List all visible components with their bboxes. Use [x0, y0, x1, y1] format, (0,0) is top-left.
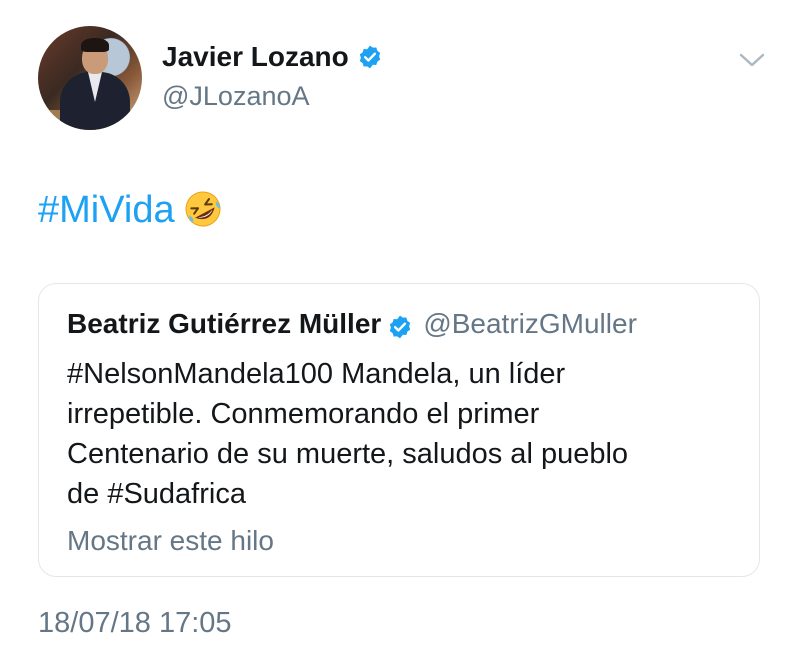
quoted-tweet-line: Centenario de su muerte, saludos al pueb…	[67, 438, 629, 470]
hashtag-link[interactable]: #MiVida	[38, 189, 175, 231]
avatar-person-hair	[81, 38, 109, 52]
quoted-tweet-text: #NelsonMandela100 Mandela, un líder irre…	[67, 354, 737, 514]
avatar[interactable]	[38, 26, 142, 130]
rolling-on-the-floor-laughing-emoji-icon	[185, 191, 221, 227]
tweet-timestamp[interactable]: 18/07/18 17:05	[38, 606, 232, 640]
quoted-tweet-header: Beatriz Gutiérrez Müller @BeatrizGMuller	[67, 306, 637, 347]
tweet-text: #MiVida	[38, 187, 223, 233]
verified-badge-icon	[359, 45, 380, 68]
quoted-tweet-line: de #Sudafrica	[67, 478, 246, 510]
verified-badge-icon	[390, 315, 411, 339]
author-name[interactable]: Javier Lozano	[162, 41, 349, 72]
quoted-tweet-card[interactable]: Beatriz Gutiérrez Müller @BeatrizGMuller…	[38, 283, 760, 577]
author-handle[interactable]: @JLozanoA	[162, 80, 310, 112]
quoted-author-name: Beatriz Gutiérrez Müller	[67, 308, 382, 339]
quoted-tweet-line: irrepetible. Conmemorando el primer	[67, 398, 540, 430]
quoted-author-handle: @BeatrizGMuller	[423, 308, 637, 339]
tweet: Javier Lozano @JLozanoA #MiVida Beatriz …	[0, 0, 800, 657]
quoted-tweet-line: #NelsonMandela100 Mandela, un líder	[67, 358, 566, 390]
show-thread-link[interactable]: Mostrar este hilo	[67, 524, 274, 558]
chevron-down-icon[interactable]	[738, 50, 766, 70]
author-name-row[interactable]: Javier Lozano	[162, 40, 383, 74]
